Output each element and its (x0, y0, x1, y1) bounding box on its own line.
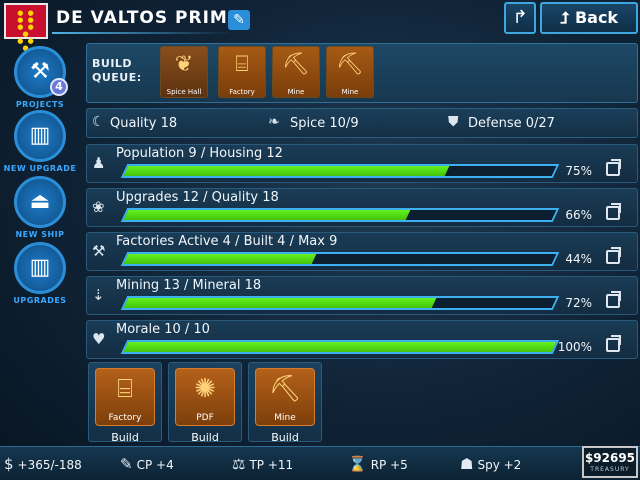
stat-bar-fill (123, 342, 557, 352)
footer-bar (0, 446, 640, 480)
pencil-icon[interactable]: ✎ (228, 10, 250, 30)
quality-icon: ☾ (92, 114, 105, 130)
hourglass-icon: ⌛ (348, 455, 367, 473)
spice-icon: ❧ (268, 114, 280, 130)
factory-tile: ⌸ Factory (95, 368, 155, 426)
new-ship-button[interactable]: ⏏ (14, 176, 66, 228)
back-button[interactable]: ⮥ Back (540, 2, 638, 34)
popout-icon[interactable] (606, 203, 621, 220)
wrench-icon: ⚒ (92, 242, 106, 260)
title-underline (52, 32, 232, 34)
stat-bar-label: Upgrades 12 / Quality 18 (116, 190, 279, 205)
new-ship-label: NEW SHIP (15, 230, 65, 239)
treasury-label: TREASURY (590, 466, 630, 473)
money-stat: $ +365/-188 (4, 455, 82, 473)
tools-icon: ⚒ (30, 59, 50, 84)
popout-icon[interactable] (606, 159, 621, 176)
building-icon: ▥ (29, 255, 51, 280)
quality-stat: Quality 18 (110, 116, 178, 131)
upgrades-button[interactable]: ▥ (14, 242, 66, 294)
morale-icon: ♥ (92, 330, 106, 348)
planet-flag-icon: ● ● ● ● ● ● ● ● ● ● (4, 3, 48, 52)
queue-item-mine-2[interactable]: ⛏ Mine (326, 46, 374, 98)
factory-icon: ⌸ (117, 374, 133, 404)
build-label: Build (271, 431, 299, 442)
spice-stat: Spice 10/9 (290, 116, 359, 131)
spy-icon: ☗ (460, 455, 474, 473)
treasury-box[interactable]: $92695 TREASURY (582, 446, 638, 478)
popout-icon[interactable] (606, 247, 621, 264)
pdf-tile: ✺ PDF (175, 368, 235, 426)
stat-bar-track (120, 164, 560, 178)
stat-bar-track (120, 252, 560, 266)
queue-item-mine[interactable]: ⛏ Mine (272, 46, 320, 98)
treasury-amount: $92695 (584, 451, 636, 465)
stat-bar-label: Mining 13 / Mineral 18 (116, 278, 262, 293)
tp-stat: ⚖ TP +11 (232, 455, 294, 473)
factory-icon: ⌸ (235, 52, 249, 77)
forward-arrow-icon: ↱ (512, 7, 528, 28)
stat-bar-percent: 100% (557, 340, 592, 354)
spice-hall-icon: ❦ (174, 52, 194, 77)
popout-icon[interactable] (606, 291, 621, 308)
back-label: Back (574, 8, 619, 27)
new-upgrade-button[interactable]: ▥ (14, 110, 66, 162)
mine-tile: ⛏ Mine (255, 368, 315, 426)
cp-stat: ✎ CP +4 (120, 455, 174, 473)
stat-bar-track (120, 208, 560, 222)
build-label: Build (191, 431, 219, 442)
option-card-pdf[interactable]: ✺ PDF Build (168, 362, 242, 442)
stat-bar-percent: 75% (565, 164, 592, 178)
money-icon: $ (4, 455, 14, 473)
ship-plus-icon: ⏏ (29, 189, 51, 214)
stat-bar-fill (123, 298, 437, 308)
share-button[interactable]: ↱ (504, 2, 536, 34)
plant-icon: ❀ (92, 198, 105, 216)
aperture-icon: ✺ (194, 374, 216, 404)
stat-bar-track (120, 296, 560, 310)
queue-item-spice-hall[interactable]: ❦ Spice Hall (160, 46, 208, 98)
rp-stat: ⌛ RP +5 (348, 455, 408, 473)
stat-bar-label: Factories Active 4 / Built 4 / Max 9 (116, 234, 338, 249)
projects-count-badge: 4 (50, 78, 68, 96)
option-card-factory[interactable]: ⌸ Factory Build (88, 362, 162, 442)
mine-icon: ⛏ (336, 52, 364, 77)
person-icon: ♟ (92, 154, 106, 172)
new-upgrade-label: NEW UPGRADE (3, 164, 77, 173)
wrench-icon: ✎ (120, 455, 133, 473)
mine-icon: ⛏ (282, 52, 310, 77)
building-plus-icon: ▥ (29, 123, 51, 148)
stat-bar-fill (123, 166, 450, 176)
scales-icon: ⚖ (232, 455, 246, 473)
mine-icon: ⛏ (268, 374, 302, 404)
popout-icon[interactable] (606, 335, 621, 352)
stat-bar-label: Population 9 / Housing 12 (116, 146, 283, 161)
stat-bar-fill (123, 254, 317, 264)
stat-bar-track (120, 340, 560, 354)
stat-bar-percent: 72% (565, 296, 592, 310)
drill-icon: ⇣ (92, 286, 105, 304)
projects-label: PROJECTS (15, 100, 65, 109)
stat-bar-label: Morale 10 / 10 (116, 322, 210, 337)
stat-bar-percent: 44% (565, 252, 592, 266)
build-queue-label: BUILD QUEUE: (92, 57, 142, 84)
up-arrow-icon: ⮥ (559, 8, 570, 27)
stat-bar-fill (123, 210, 411, 220)
spy-stat: ☗ Spy +2 (460, 455, 522, 473)
build-label: Build (111, 431, 139, 442)
upgrades-label: UPGRADES (13, 296, 67, 305)
shield-icon: ⛊ (448, 114, 459, 130)
option-card-mine[interactable]: ⛏ Mine Build (248, 362, 322, 442)
defense-stat: Defense 0/27 (468, 116, 555, 131)
queue-item-factory[interactable]: ⌸ Factory (218, 46, 266, 98)
stat-bar-percent: 66% (565, 208, 592, 222)
planet-title: DE VALTOS PRIME (56, 8, 241, 28)
